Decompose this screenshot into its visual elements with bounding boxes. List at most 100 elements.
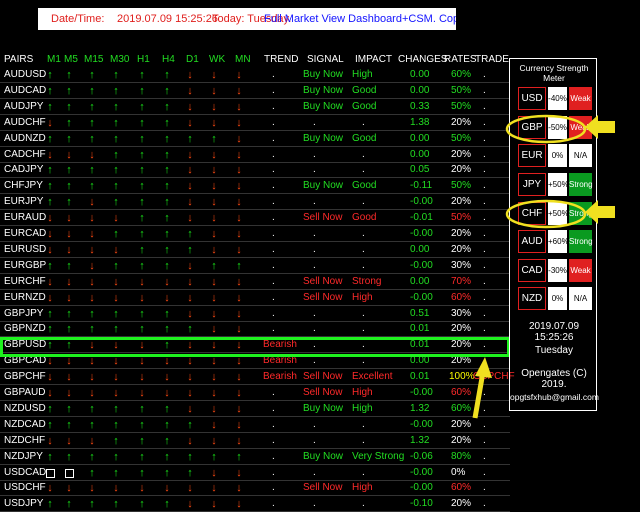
pair-symbol: GBPCHF bbox=[4, 371, 46, 382]
trade-value: . bbox=[483, 133, 486, 144]
title-bar: Date/Time: 2019.07.09 15:25:26 Today: Tu… bbox=[38, 8, 456, 30]
pair-symbol: USDCHF bbox=[4, 482, 46, 493]
up-arrow-icon: ↑ bbox=[164, 149, 170, 161]
up-arrow-icon: ↑ bbox=[164, 196, 170, 208]
currency-code: EUR bbox=[518, 144, 546, 167]
signal-value: Buy Now bbox=[303, 403, 344, 414]
rate-value: 50% bbox=[451, 212, 472, 223]
trend-value: . bbox=[272, 482, 275, 493]
down-arrow-icon: ↓ bbox=[211, 482, 217, 494]
rate-value: 20% bbox=[451, 498, 472, 509]
down-arrow-icon: ↓ bbox=[211, 117, 217, 129]
trend-value: . bbox=[272, 117, 275, 128]
down-arrow-icon: ↓ bbox=[236, 292, 242, 304]
header-pairs: PAIRS bbox=[4, 54, 34, 65]
up-arrow-icon: ↑ bbox=[164, 244, 170, 256]
impact-value: Excellent bbox=[352, 371, 393, 382]
rate-value: 50% bbox=[451, 85, 472, 96]
up-arrow-icon: ↑ bbox=[113, 228, 119, 240]
up-arrow-icon: ↑ bbox=[139, 228, 145, 240]
down-arrow-icon: ↓ bbox=[236, 419, 242, 431]
up-arrow-icon: ↑ bbox=[164, 228, 170, 240]
down-arrow-icon: ↓ bbox=[164, 276, 170, 288]
up-arrow-icon: ↑ bbox=[164, 180, 170, 192]
impact-value: Very Strong bbox=[352, 451, 405, 462]
highlight-frame bbox=[0, 337, 510, 357]
up-arrow-icon: ↑ bbox=[139, 419, 145, 431]
up-arrow-icon: ↑ bbox=[139, 323, 145, 335]
trend-value: . bbox=[272, 451, 275, 462]
rate-value: 20% bbox=[451, 435, 472, 446]
up-arrow-icon: ↑ bbox=[139, 69, 145, 81]
down-arrow-icon: ↓ bbox=[66, 244, 72, 256]
up-arrow-icon: ↑ bbox=[139, 101, 145, 113]
up-arrow-icon: ↑ bbox=[89, 419, 95, 431]
pair-symbol: USDCAD bbox=[4, 467, 47, 478]
header-tf-h4: H4 bbox=[162, 54, 175, 65]
down-arrow-icon: ↓ bbox=[113, 371, 119, 383]
down-arrow-icon: ↓ bbox=[113, 482, 119, 494]
down-arrow-icon: ↓ bbox=[187, 371, 193, 383]
down-arrow-icon: ↓ bbox=[211, 212, 217, 224]
down-arrow-icon: ↓ bbox=[236, 387, 242, 399]
down-arrow-icon: ↓ bbox=[211, 292, 217, 304]
down-arrow-icon: ↓ bbox=[236, 69, 242, 81]
up-arrow-icon: ↑ bbox=[139, 308, 145, 320]
down-arrow-icon: ↓ bbox=[236, 133, 242, 145]
change-value: 0.00 bbox=[410, 69, 430, 80]
down-arrow-icon: ↓ bbox=[139, 276, 145, 288]
pair-symbol: GBPNZD bbox=[4, 323, 46, 334]
up-arrow-icon: ↑ bbox=[113, 149, 119, 161]
change-value: -0.00 bbox=[410, 419, 433, 430]
impact-value: . bbox=[362, 244, 365, 255]
currency-code: USD bbox=[518, 87, 546, 110]
trade-value: . bbox=[483, 117, 486, 128]
down-arrow-icon: ↓ bbox=[211, 308, 217, 320]
down-arrow-icon: ↓ bbox=[47, 435, 53, 447]
down-arrow-icon: ↓ bbox=[47, 371, 53, 383]
currency-code: GBP bbox=[518, 116, 546, 139]
row-separator bbox=[0, 225, 510, 226]
up-arrow-icon: ↑ bbox=[164, 323, 170, 335]
down-arrow-icon: ↓ bbox=[236, 244, 242, 256]
up-arrow-icon: ↑ bbox=[113, 164, 119, 176]
row-separator bbox=[0, 146, 510, 147]
up-arrow-icon: ↑ bbox=[47, 133, 53, 145]
strength-level-badge: Strong bbox=[569, 230, 593, 253]
down-arrow-icon: ↓ bbox=[187, 101, 193, 113]
up-arrow-icon: ↑ bbox=[187, 133, 193, 145]
down-arrow-icon: ↓ bbox=[66, 212, 72, 224]
impact-value: . bbox=[362, 308, 365, 319]
up-arrow-icon: ↑ bbox=[113, 323, 119, 335]
up-arrow-icon: ↑ bbox=[164, 212, 170, 224]
pair-symbol: USDJPY bbox=[4, 498, 44, 509]
change-value: 0.33 bbox=[410, 101, 430, 112]
signal-value: Buy Now bbox=[303, 451, 344, 462]
down-arrow-icon: ↓ bbox=[89, 228, 95, 240]
csm-row: AUD +60% Strong bbox=[518, 230, 593, 253]
signal-value: Sell Now bbox=[303, 482, 343, 493]
down-arrow-icon: ↓ bbox=[113, 276, 119, 288]
down-arrow-icon: ↓ bbox=[47, 276, 53, 288]
header-tf-m15: M15 bbox=[84, 54, 104, 65]
up-arrow-icon: ↑ bbox=[66, 419, 72, 431]
currency-code: CAD bbox=[518, 259, 546, 282]
change-value: -0.06 bbox=[410, 451, 433, 462]
rate-value: 70% bbox=[451, 276, 472, 287]
datetime-label: Date/Time: bbox=[51, 13, 105, 25]
up-arrow-icon: ↑ bbox=[139, 435, 145, 447]
change-value: 1.32 bbox=[410, 403, 430, 414]
change-value: -0.00 bbox=[410, 467, 433, 478]
up-arrow-icon: ↑ bbox=[66, 260, 72, 272]
up-arrow-icon: ↑ bbox=[47, 101, 53, 113]
down-arrow-icon: ↓ bbox=[47, 228, 53, 240]
up-arrow-icon: ↑ bbox=[139, 403, 145, 415]
down-arrow-icon: ↓ bbox=[164, 371, 170, 383]
down-arrow-icon: ↓ bbox=[211, 149, 217, 161]
down-arrow-icon: ↓ bbox=[236, 85, 242, 97]
down-arrow-icon: ↓ bbox=[187, 482, 193, 494]
down-arrow-icon: ↓ bbox=[187, 308, 193, 320]
trend-value: . bbox=[272, 419, 275, 430]
up-arrow-icon: ↑ bbox=[236, 260, 242, 272]
up-arrow-icon: ↑ bbox=[66, 498, 72, 510]
